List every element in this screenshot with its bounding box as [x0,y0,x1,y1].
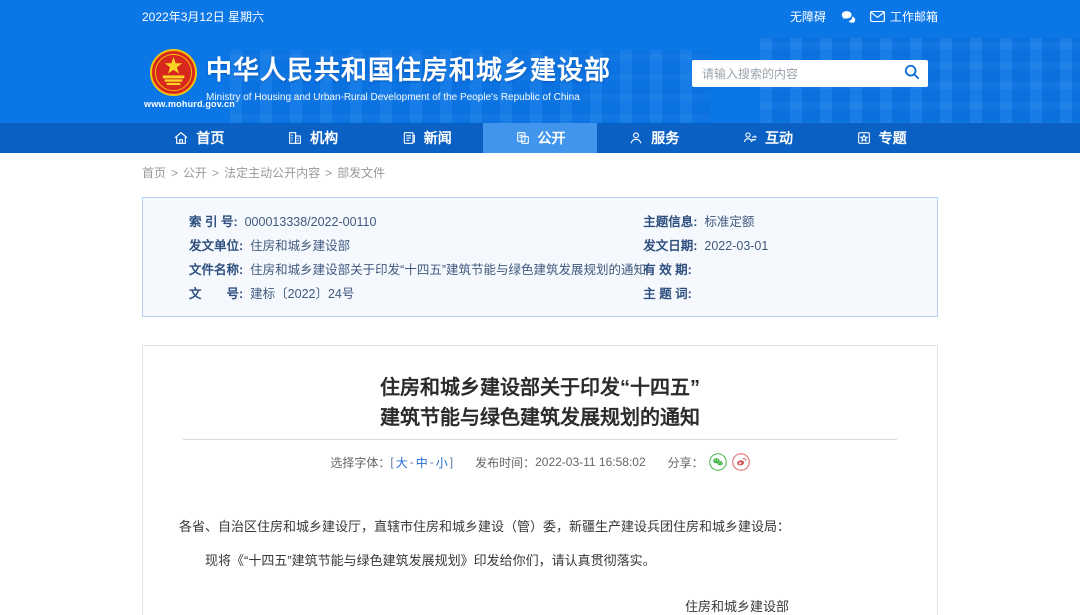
info-label: 主题信息: [643,215,697,229]
service-icon [628,130,644,146]
search-box [692,60,928,87]
breadcrumb: 首页 > 公开 > 法定主动公开内容 > 部发文件 [142,164,938,182]
wechat-share-icon [709,453,727,471]
font-selector-label: 选择字体： [330,454,390,471]
site-title: 中华人民共和国住房和城乡建设部 [206,50,611,87]
info-label: 有 效 期: [643,263,692,277]
info-row-document-name: 文件名称: 住房和城乡建设部关于印发“十四五”建筑节能与绿色建筑发展规划的通知 [189,258,643,282]
article-title-line1: 住房和城乡建设部关于印发“十四五” [380,377,700,399]
nav-item-news[interactable]: 新闻 [369,123,483,153]
nav-item-interaction[interactable]: 互动 [711,123,825,153]
info-row-document-number: 文 号: 建标〔2022〕24号 [189,282,643,306]
article-card: 住房和城乡建设部关于印发“十四五” 建筑节能与绿色建筑发展规划的通知 选择字体：… [142,345,938,615]
home-icon [173,130,189,146]
breadcrumb-separator: > [212,166,219,180]
font-size-medium-button[interactable]: 中 [416,454,428,471]
article-title: 住房和城乡建设部关于印发“十四五” 建筑节能与绿色建筑发展规划的通知 [143,373,937,433]
organization-icon [287,130,303,146]
disclosure-icon [515,130,531,146]
info-row-keywords: 主 题 词: [643,282,937,306]
accessibility-link[interactable]: 无障碍 [790,8,826,25]
nav-item-organization[interactable]: 机构 [256,123,370,153]
nav-label: 机构 [310,128,338,148]
search-input[interactable] [692,60,896,87]
current-date: 2022年3月12日 星期六 [142,8,264,25]
nav-label: 公开 [538,128,566,148]
national-emblem-logo [150,49,197,96]
nav-item-disclosure[interactable]: 公开 [483,123,597,153]
breadcrumb-disclosure[interactable]: 公开 [183,166,207,180]
info-row-index-number: 索 引 号: 000013338/2022-00110 [189,210,643,234]
search-button[interactable] [896,60,928,87]
info-row-theme-info: 主题信息: 标准定额 [643,210,937,234]
info-row-validity-period: 有 效 期: [643,258,937,282]
article-paragraph-2: 现将《“十四五”建筑节能与绿色建筑发展规划》印发给你们，请认真贯彻落实。 [179,550,901,572]
info-label: 索 引 号: [189,215,238,229]
interaction-icon [742,130,758,146]
breadcrumb-separator: > [171,166,178,180]
info-label: 发文日期: [643,239,697,253]
breadcrumb-current-page: 部发文件 [337,166,385,180]
info-label: 发文单位: [189,239,243,253]
info-value: 建标〔2022〕24号 [250,287,354,301]
publish-time-value: 2022-03-11 16:58:02 [535,455,646,469]
info-label: 文件名称: [189,263,243,277]
breadcrumb-statutory-disclosure[interactable]: 法定主动公开内容 [224,166,320,180]
document-info-card: 索 引 号: 000013338/2022-00110 发文单位: 住房和城乡建设部… [142,197,938,317]
breadcrumb-separator: > [325,166,332,180]
weibo-share-icon [732,453,750,471]
info-label: 主 题 词: [643,287,692,301]
nav-label: 新闻 [424,128,452,148]
share-weibo-button[interactable] [732,453,750,471]
topbar: 2022年3月12日 星期六 无障碍 工作邮箱 [0,0,1080,32]
article-title-line2: 建筑节能与绿色建筑发展规划的通知 [380,407,700,429]
site-header: www.mohurd.gov.cn 中华人民共和国住房和城乡建设部 Minist… [0,32,1080,123]
nav-item-topics[interactable]: 专题 [824,123,938,153]
nav-label: 服务 [651,128,679,148]
font-selector-bracket: [ [390,455,393,469]
info-value: 标准定额 [704,215,754,229]
chat-bubbles-icon[interactable] [840,10,856,23]
breadcrumb-home[interactable]: 首页 [142,166,166,180]
nav-item-home[interactable]: 首页 [142,123,256,153]
signature-block: 住房和城乡建设部 2022年3月1日 [143,594,937,615]
nav-label: 互动 [765,128,793,148]
site-title-english: Ministry of Housing and Urban-Rural Deve… [206,92,611,103]
signature-org: 住房和城乡建设部 [143,594,789,615]
info-value: 住房和城乡建设部关于印发“十四五”建筑节能与绿色建筑发展规划的通知 [250,263,646,277]
page: 2022年3月12日 星期六 无障碍 工作邮箱 [0,0,1080,615]
info-row-issue-date: 发文日期: 2022-03-01 [643,234,937,258]
mailbox-link[interactable]: 工作邮箱 [870,8,938,25]
info-row-issuing-unit: 发文单位: 住房和城乡建设部 [189,234,643,258]
title-divider [183,439,897,440]
nav-label: 首页 [196,128,224,148]
font-selector-dash: - [430,455,434,469]
share-wechat-button[interactable] [709,453,727,471]
main-nav: 首页 机构 新闻 公开 服务 互动 [0,123,1080,153]
article-paragraph-1: 各省、自治区住房和城乡建设厅，直辖市住房和城乡建设（管）委，新疆生产建设兵团住房… [179,516,901,538]
news-icon [401,130,417,146]
font-size-large-button[interactable]: 大 [396,454,408,471]
mail-icon [870,11,885,22]
publish-time-label: 发布时间： [475,454,535,471]
info-value: 住房和城乡建设部 [250,239,350,253]
share-label: 分享： [668,454,704,471]
nav-label: 专题 [879,128,907,148]
info-value: 2022-03-01 [704,239,768,253]
info-value: 000013338/2022-00110 [245,215,377,229]
font-size-small-button[interactable]: 小 [436,454,448,471]
article-meta-row: 选择字体：[大-中-小] 发布时间：2022-03-11 16:58:02 分享… [143,453,937,471]
info-label: 文 号: [189,287,243,301]
mailbox-label: 工作邮箱 [890,8,938,25]
font-selector-bracket: ] [450,455,453,469]
nav-item-service[interactable]: 服务 [597,123,711,153]
topics-icon [856,130,872,146]
font-selector-dash: - [410,455,414,469]
search-icon [904,64,920,83]
